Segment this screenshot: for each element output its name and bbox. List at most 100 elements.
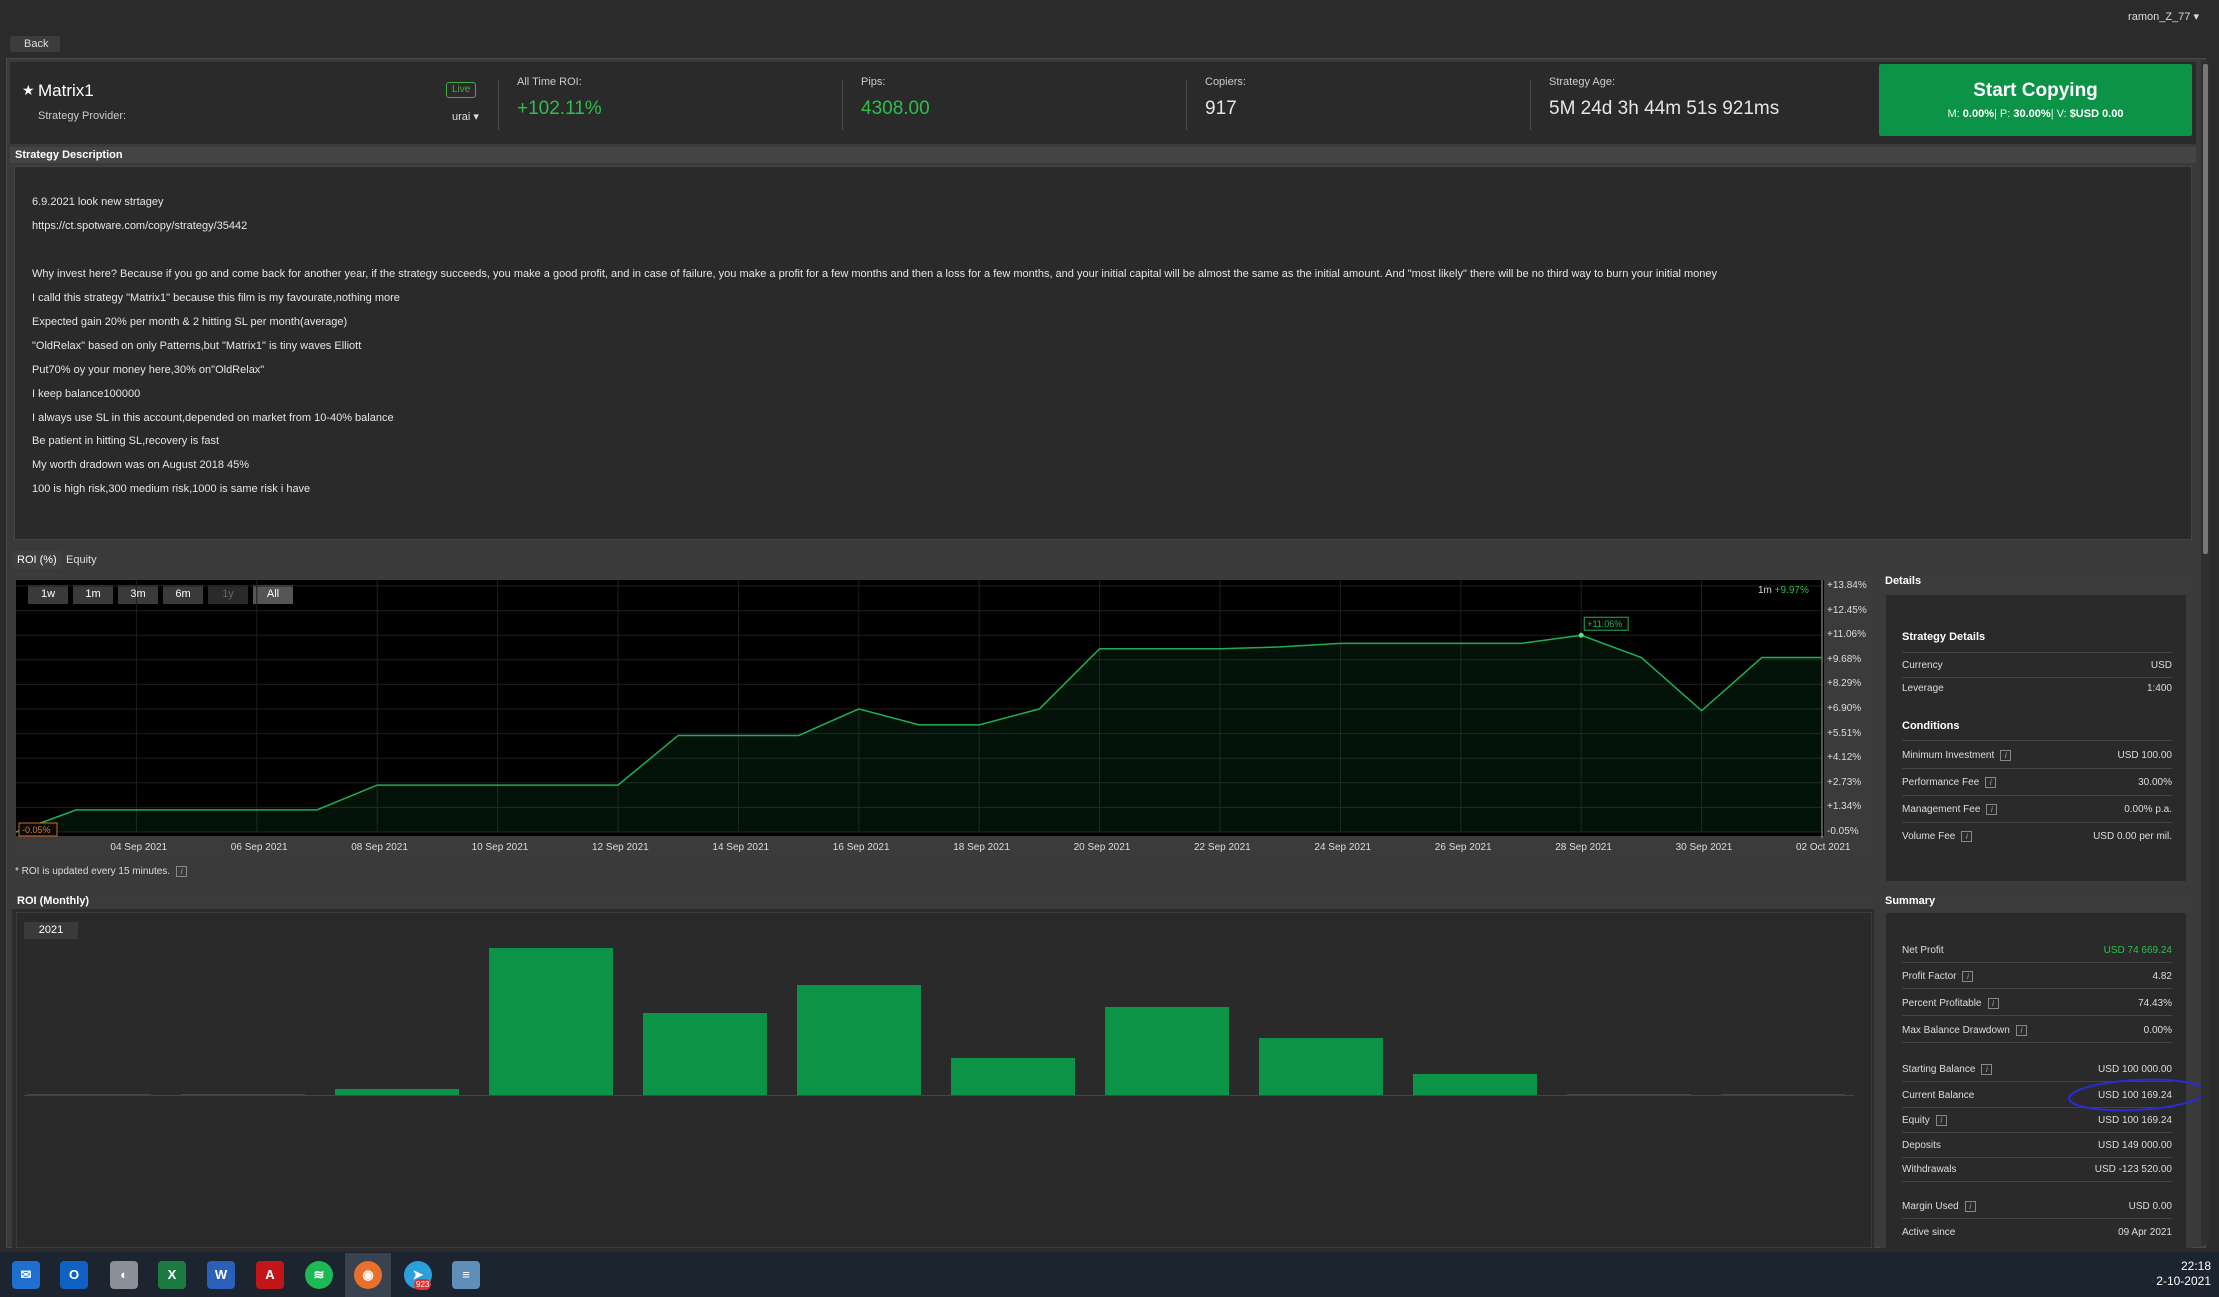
summary-value: USD 74 669.24 xyxy=(2103,945,2172,956)
firefox-icon[interactable]: ◉ xyxy=(354,1261,382,1289)
peak-marker xyxy=(1578,632,1584,638)
summary-label: Withdrawals xyxy=(1902,1164,1957,1175)
x-tick-label: 28 Sep 2021 xyxy=(1555,842,1612,853)
clock[interactable]: 22:18 2-10-2021 xyxy=(2156,1259,2211,1289)
summary-value: USD -123 520.00 xyxy=(2094,1164,2172,1175)
summary-label: Margin Used xyxy=(1902,1201,1959,1213)
roi-monthly-chart xyxy=(16,912,1872,1248)
row-divider xyxy=(1902,1042,2172,1043)
info-icon[interactable]: i xyxy=(1985,777,1997,788)
info-icon[interactable]: i xyxy=(1987,998,1999,1009)
info-icon[interactable]: i xyxy=(1986,804,1998,815)
row-divider xyxy=(1902,962,2172,963)
acrobat-icon[interactable]: A xyxy=(256,1261,284,1289)
x-tick-label: 02 Oct 2021 xyxy=(1796,842,1851,853)
condition-min-investment: Minimum Investment i USD 100.00 xyxy=(1902,750,2172,762)
info-icon[interactable]: i xyxy=(176,866,188,877)
monthly-bar-apr[interactable] xyxy=(489,948,613,1095)
y-tick-label: +2.73% xyxy=(1827,776,1862,788)
summary-row-starting-balance: Starting Balance i USD 100 000.00 xyxy=(1902,1064,2172,1075)
x-tick-label: 24 Sep 2021 xyxy=(1314,842,1372,853)
info-icon[interactable]: i xyxy=(1961,831,1973,842)
conditions-heading: Conditions xyxy=(1902,720,1960,732)
row-divider xyxy=(1902,1132,2172,1133)
y-tick-label: +13.84% xyxy=(1827,580,1867,591)
summary-value: USD 100 169.24 xyxy=(2098,1115,2172,1126)
spotify-icon[interactable]: ≋ xyxy=(305,1261,333,1289)
y-tick-label: +4.12% xyxy=(1827,752,1862,764)
notepad-icon[interactable]: ≡ xyxy=(452,1261,480,1289)
x-tick-label: 12 Sep 2021 xyxy=(592,842,649,853)
row-divider xyxy=(1902,988,2172,989)
summary-value: 74.43% xyxy=(2138,998,2172,1009)
year-button[interactable]: 2021 xyxy=(24,922,78,939)
monthly-bar-jun[interactable] xyxy=(797,985,921,1095)
row-divider xyxy=(1902,795,2172,796)
monthly-bar-oct[interactable] xyxy=(1413,1074,1537,1095)
y-tick-label: +5.51% xyxy=(1827,727,1862,739)
info-icon[interactable]: i xyxy=(1964,1201,1976,1212)
summary-label: Max Balance Drawdown xyxy=(1902,1025,2010,1037)
summary-value: 4.82 xyxy=(2152,971,2172,982)
summary-row-net-profit: Net Profit USD 74 669.24 xyxy=(1902,945,2172,956)
condition-performance-fee: Performance Fee i 30.00% xyxy=(1902,777,2172,789)
summary-label: Starting Balance xyxy=(1902,1064,1976,1076)
summary-label: Profit Factor xyxy=(1902,971,1957,983)
row-divider xyxy=(1902,652,2172,653)
summary-row-withdrawals: Withdrawals USD -123 520.00 xyxy=(1902,1164,2172,1175)
monthly-bar-jul[interactable] xyxy=(951,1058,1075,1095)
details-title: Details xyxy=(1880,573,2192,589)
row-divider xyxy=(1902,1218,2172,1219)
summary-row-percent-profitable: Percent Profitable i 74.43% xyxy=(1902,998,2172,1009)
monthly-bar-may[interactable] xyxy=(643,1013,767,1095)
summary-label: Active since xyxy=(1902,1227,1956,1238)
remote-desktop-icon[interactable]: ◐ xyxy=(110,1261,138,1289)
mail-app-icon[interactable]: ✉ xyxy=(12,1261,40,1289)
outlook-icon[interactable]: O xyxy=(60,1261,88,1289)
row-divider xyxy=(1902,768,2172,769)
excel-icon[interactable]: X xyxy=(158,1261,186,1289)
x-tick-label: 26 Sep 2021 xyxy=(1434,842,1492,853)
monthly-bar-sep[interactable] xyxy=(1259,1038,1383,1095)
x-tick-label: 08 Sep 2021 xyxy=(351,842,408,853)
monthly-bar-dec[interactable] xyxy=(1721,1094,1845,1095)
row-divider xyxy=(1902,677,2172,678)
info-icon[interactable]: i xyxy=(1962,971,1974,982)
info-icon[interactable]: i xyxy=(2000,750,2012,761)
x-tick-label: 16 Sep 2021 xyxy=(832,842,890,853)
clock-date: 2-10-2021 xyxy=(2156,1274,2211,1288)
info-icon[interactable]: i xyxy=(1981,1064,1993,1075)
monthly-bar-mar[interactable] xyxy=(335,1089,459,1095)
strategy-details-heading: Strategy Details xyxy=(1902,631,1986,643)
summary-row-deposits: Deposits USD 149 000.00 xyxy=(1902,1140,2172,1151)
monthly-bar-jan[interactable] xyxy=(27,1094,151,1095)
monthly-bar-aug[interactable] xyxy=(1105,1007,1229,1095)
y-tick-label: -0.05% xyxy=(1827,826,1859,837)
x-tick-label: 04 Sep 2021 xyxy=(110,842,168,853)
info-icon[interactable]: i xyxy=(2015,1025,2027,1036)
scrollbar-thumb[interactable] xyxy=(2203,64,2208,554)
y-tick-label: +12.45% xyxy=(1827,604,1867,616)
row-divider xyxy=(1902,1157,2172,1158)
summary-row-max-balance-drawdown: Max Balance Drawdown i 0.00% xyxy=(1902,1025,2172,1036)
row-divider xyxy=(1902,1181,2172,1182)
current-balance-highlight xyxy=(2068,1078,2206,1112)
clock-time: 22:18 xyxy=(2180,1259,2211,1273)
row-divider xyxy=(1902,1015,2172,1016)
period-label: 1m +9.97% xyxy=(1758,585,1809,596)
y-tick-label: +9.68% xyxy=(1827,653,1862,665)
summary-label: Deposits xyxy=(1902,1140,1941,1151)
summary-title: Summary xyxy=(1880,893,2192,909)
monthly-bar-nov[interactable] xyxy=(1567,1094,1691,1095)
peak-label: +11.06% xyxy=(1587,619,1622,629)
condition-management-fee: Management Fee i 0.00% p.a. xyxy=(1902,804,2172,816)
start-label: -0.05% xyxy=(22,825,51,835)
x-tick-label: 06 Sep 2021 xyxy=(230,842,288,853)
condition-volume-fee: Volume Fee i USD 0.00 per mil. xyxy=(1902,831,2172,843)
info-icon[interactable]: i xyxy=(1935,1115,1947,1126)
y-tick-label: +1.34% xyxy=(1827,801,1862,813)
word-icon[interactable]: W xyxy=(207,1261,235,1289)
summary-row-margin-used: Margin Used i USD 0.00 xyxy=(1902,1201,2172,1212)
detail-row-currency: Currency USD xyxy=(1902,660,2172,671)
monthly-bar-feb[interactable] xyxy=(181,1094,305,1095)
